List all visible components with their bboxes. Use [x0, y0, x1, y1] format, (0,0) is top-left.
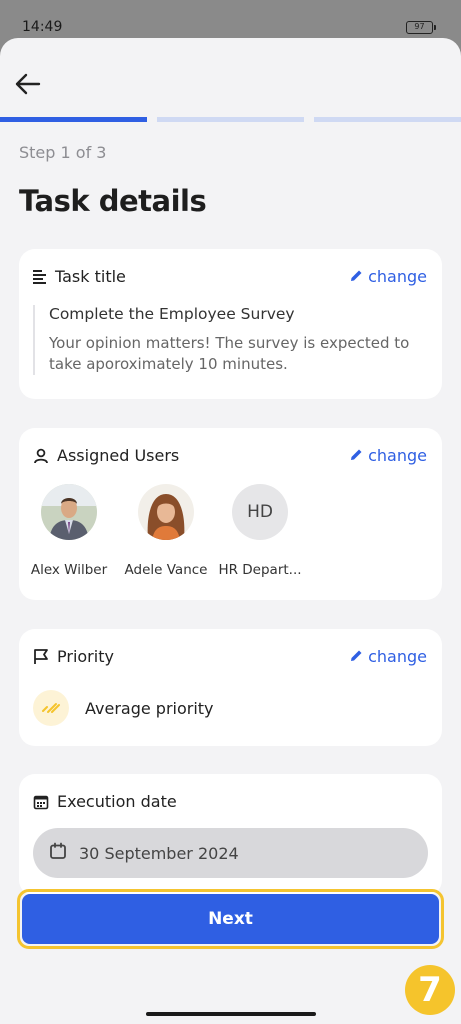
calendar-icon	[49, 842, 67, 864]
change-priority-button[interactable]: change	[350, 647, 427, 666]
page-title: Task details	[19, 184, 207, 218]
priority-value: Average priority	[85, 698, 214, 718]
assigned-users-heading: Assigned Users	[57, 446, 180, 465]
priority-heading: Priority	[57, 647, 114, 666]
task-title-heading: Task title	[55, 267, 126, 286]
user-item[interactable]: Alex Wilber	[14, 484, 124, 578]
battery-icon: 97	[406, 21, 436, 34]
assigned-users-card: Assigned Users change Alex Wilber Adele …	[19, 428, 442, 600]
user-icon	[33, 448, 49, 464]
change-label: change	[368, 446, 427, 465]
progress-segment-1	[0, 117, 147, 122]
step-label: Step 1 of 3	[19, 143, 107, 162]
task-description: Your opinion matters! The survey is expe…	[49, 334, 410, 373]
task-title-card: Task title change Complete the Employee …	[19, 249, 442, 399]
step-progress	[0, 117, 461, 122]
execution-date-card: Execution date 30 September 2024	[19, 774, 442, 896]
users-list: Alex Wilber Adele Vance HD HR Depart...	[19, 484, 442, 584]
user-name: Alex Wilber	[30, 562, 108, 578]
text-lines-icon	[33, 269, 47, 285]
task-sheet: Step 1 of 3 Task details Task title chan…	[0, 38, 461, 1024]
execution-date-heading: Execution date	[57, 792, 177, 811]
next-button-highlight: Next	[17, 889, 444, 949]
user-name: HR Depart...	[218, 562, 302, 578]
change-users-button[interactable]: change	[350, 446, 427, 465]
change-label: change	[368, 267, 427, 286]
average-priority-icon	[33, 690, 69, 726]
execution-date-header: Execution date	[33, 792, 177, 811]
status-bar: 14:49 97	[0, 0, 461, 40]
pencil-icon	[350, 446, 363, 465]
change-task-title-button[interactable]: change	[350, 267, 427, 286]
priority-header: Priority	[33, 647, 114, 666]
avatar	[138, 484, 194, 540]
status-time: 14:49	[22, 19, 63, 35]
change-label: change	[368, 647, 427, 666]
pencil-icon	[350, 647, 363, 666]
back-arrow-icon[interactable]	[12, 68, 44, 100]
progress-segment-3	[314, 117, 461, 122]
priority-value-row: Average priority	[33, 690, 214, 726]
assigned-users-header: Assigned Users	[33, 446, 179, 465]
avatar-initials: HD	[232, 484, 288, 540]
execution-date-value: 30 September 2024	[79, 843, 239, 863]
user-item[interactable]: HD HR Depart...	[205, 484, 315, 578]
next-button[interactable]: Next	[22, 894, 439, 944]
task-title-header: Task title	[33, 267, 126, 286]
priority-card: Priority change Average priority	[19, 629, 442, 746]
home-indicator[interactable]	[146, 1012, 316, 1016]
task-body: Complete the Employee Survey Your opinio…	[33, 305, 413, 375]
progress-segment-2	[157, 117, 304, 122]
calendar-icon	[33, 794, 49, 810]
pencil-icon	[350, 267, 363, 286]
step-badge: 7	[405, 965, 455, 1015]
execution-date-field[interactable]: 30 September 2024	[33, 828, 428, 878]
flag-icon	[33, 648, 49, 665]
avatar	[41, 484, 97, 540]
task-name: Complete the Employee Survey	[49, 305, 295, 323]
